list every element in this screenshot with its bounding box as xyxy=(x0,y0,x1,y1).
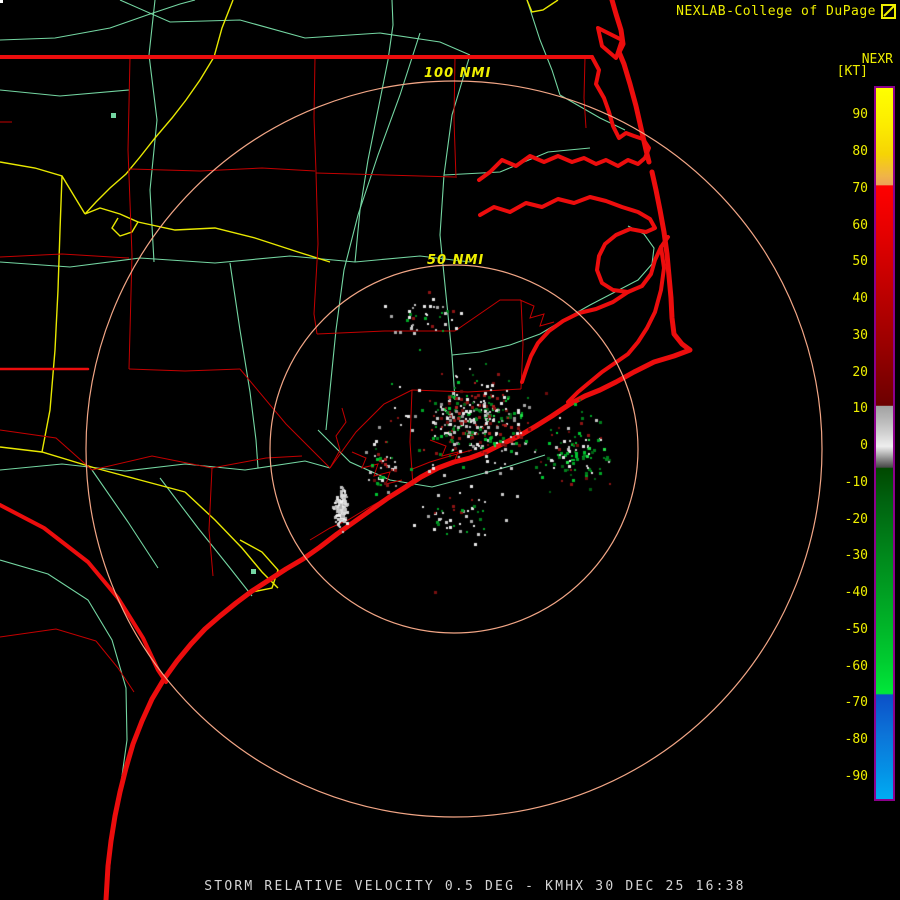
colorbar-tick-label: 0 xyxy=(838,438,868,453)
corner-pixel xyxy=(0,0,3,3)
radar-display: 100 NMI 50 NMI NEXLAB-College of DuPage … xyxy=(0,0,900,900)
colorbar-tick-label: 80 xyxy=(838,144,868,159)
colorbar-tick-label: -10 xyxy=(838,475,868,490)
colorbar-tick-label: -90 xyxy=(838,769,868,784)
colorbar-tick-label: 90 xyxy=(838,107,868,122)
colorbar-tick-label: 20 xyxy=(838,365,868,380)
colorbar-tick-label: 60 xyxy=(838,218,868,233)
cod-logo-icon xyxy=(881,4,896,19)
brand-text: NEXLAB-College of DuPage xyxy=(676,4,876,19)
colorbar-tick-label: -20 xyxy=(838,512,868,527)
velocity-colorbar xyxy=(874,86,895,801)
colorbar-tick-label: -80 xyxy=(838,732,868,747)
colorbar-tick-label: -60 xyxy=(838,659,868,674)
colorbar-tick-label: -50 xyxy=(838,622,868,637)
colorbar-tick-label: -70 xyxy=(838,695,868,710)
colorbar-tick-label: 50 xyxy=(838,254,868,269)
ring-label-50nmi: 50 NMI xyxy=(427,253,484,268)
colorbar-tick-label: 10 xyxy=(838,401,868,416)
colorbar-tick-label: 70 xyxy=(838,181,868,196)
colorbar-tick-label: 30 xyxy=(838,328,868,343)
colorbar-tick-label: 40 xyxy=(838,291,868,306)
header: NEXLAB-College of DuPage xyxy=(676,4,896,19)
colorbar-units-label: [KT] xyxy=(837,64,868,79)
colorbar-tick-label: -40 xyxy=(838,585,868,600)
colorbar-tick-label: -30 xyxy=(838,548,868,563)
ring-label-100nmi: 100 NMI xyxy=(424,66,491,81)
radar-velocity-data xyxy=(0,0,900,900)
product-title: STORM RELATIVE VELOCITY 0.5 DEG - KMHX 3… xyxy=(25,879,900,894)
